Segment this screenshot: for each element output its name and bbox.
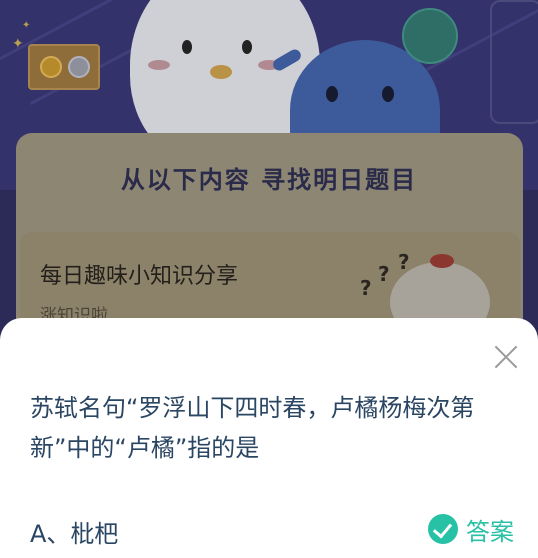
question-mark-icon: ? — [378, 262, 390, 286]
chick-eye — [242, 40, 252, 54]
answer-button[interactable]: 答案 — [428, 513, 514, 546]
card-title: 从以下内容 寻找明日题目 — [120, 166, 418, 194]
medal-frame — [28, 44, 100, 90]
chick-comb — [430, 254, 454, 268]
globe-icon — [402, 8, 458, 64]
gold-medal-icon — [40, 56, 62, 78]
silver-medal-icon — [68, 56, 90, 78]
close-icon[interactable] — [492, 343, 520, 371]
sparkle-icon: ✦ — [12, 36, 24, 52]
alien-eye — [382, 86, 394, 102]
share-card-title: 每日趣味小知识分享 — [40, 264, 239, 289]
check-circle-icon — [428, 514, 458, 544]
question-text: 苏轼名句“罗浮山下四时春，卢橘杨梅次第新”中的“卢橘”指的是 — [30, 394, 475, 462]
chick-beak — [210, 65, 232, 79]
phone-illustration — [490, 0, 538, 124]
chick-cheek — [148, 60, 170, 70]
option-a[interactable]: A、枇杷 — [30, 514, 118, 549]
answer-label: 答案 — [466, 517, 514, 546]
sparkle-icon: ✦ — [22, 20, 31, 31]
question-mark-icon: ? — [360, 276, 372, 300]
alien-eye — [326, 86, 338, 102]
chick-eye — [182, 40, 192, 54]
